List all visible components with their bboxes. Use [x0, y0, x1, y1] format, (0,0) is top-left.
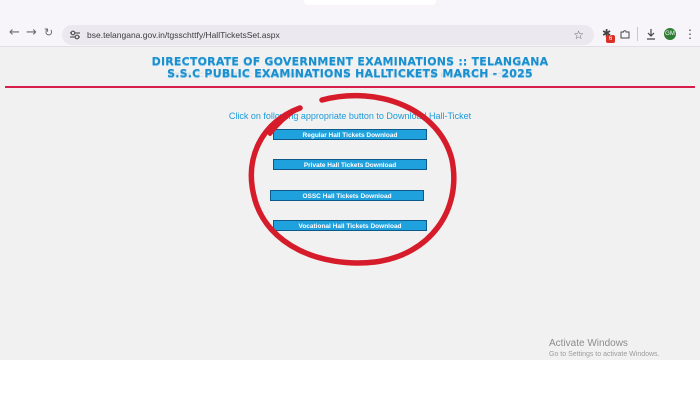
- activate-windows-title: Activate Windows: [549, 338, 628, 349]
- browser-window: ← → ↻ bse.telangana.gov.in/tgsschttfy/Ha…: [0, 0, 700, 360]
- back-arrow-icon[interactable]: ←: [9, 26, 20, 40]
- header-reflection: S.S.C PUBLIC EXAMINATIONS HALLTICKETS MA…: [172, 70, 528, 78]
- activate-windows-subtitle: Go to Settings to activate Windows.: [549, 351, 660, 358]
- extension-badge: 6: [606, 35, 615, 43]
- regular-hall-tickets-button[interactable]: Regular Hall Tickets Download: [273, 129, 427, 140]
- instruction-text: Click on following appropriate button to…: [228, 111, 472, 121]
- private-hall-tickets-button[interactable]: Private Hall Tickets Download: [273, 159, 427, 170]
- download-icon[interactable]: [645, 28, 657, 40]
- puzzle-icon[interactable]: [619, 28, 631, 40]
- site-info-icon[interactable]: [69, 29, 81, 41]
- header-divider: [5, 86, 695, 88]
- active-tab[interactable]: [304, 0, 436, 5]
- menu-kebab-icon[interactable]: ⋮: [684, 27, 696, 41]
- profile-avatar[interactable]: GM: [664, 28, 676, 40]
- url-text[interactable]: bse.telangana.gov.in/tgsschttfy/HallTick…: [87, 28, 280, 42]
- page-content: DIRECTORATE OF GOVERNMENT EXAMINATIONS :…: [0, 47, 700, 360]
- browser-toolbar: ← → ↻ bse.telangana.gov.in/tgsschttfy/Ha…: [0, 0, 700, 47]
- reload-icon[interactable]: ↻: [44, 26, 53, 40]
- ossc-hall-tickets-button[interactable]: OSSC Hall Tickets Download: [270, 190, 424, 201]
- address-bar[interactable]: bse.telangana.gov.in/tgsschttfy/HallTick…: [62, 25, 594, 45]
- vocational-hall-tickets-button[interactable]: Vocational Hall Tickets Download: [273, 220, 427, 231]
- toolbar-divider: [637, 27, 638, 41]
- bookmark-star-icon[interactable]: ☆: [573, 27, 584, 43]
- forward-arrow-icon[interactable]: →: [26, 26, 37, 40]
